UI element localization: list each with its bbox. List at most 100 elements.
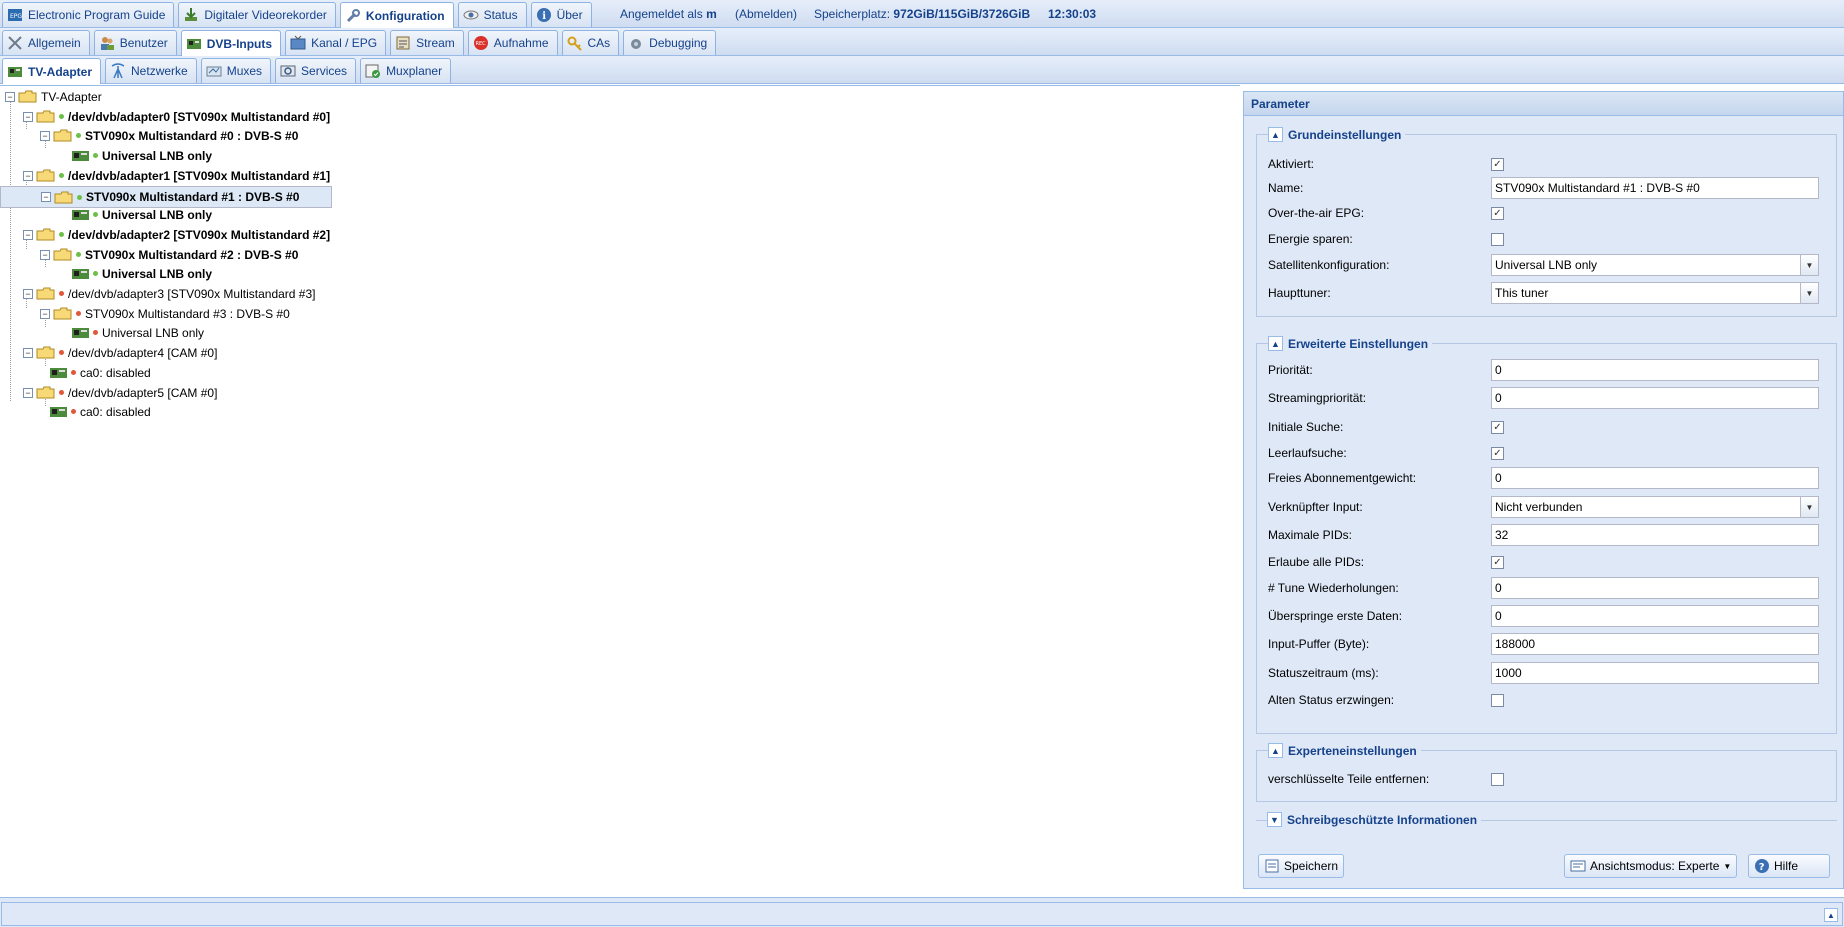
info-icon: i xyxy=(536,7,552,23)
collapse-icon[interactable]: ▲ xyxy=(1268,127,1283,142)
satkonf-select[interactable]: Universal LNB only ▼ xyxy=(1491,254,1819,276)
tab-dvb-inputs[interactable]: DVB-Inputs xyxy=(180,30,282,56)
checkbox-aktiviert[interactable]: ✓ xyxy=(1491,157,1504,171)
tree-toggle-icon[interactable]: − xyxy=(23,229,33,240)
svg-text:?: ? xyxy=(1759,862,1765,873)
tree-toggle-icon[interactable]: − xyxy=(5,91,15,102)
tree-toggle-icon[interactable]: − xyxy=(40,308,50,319)
tab-cas[interactable]: CAs xyxy=(561,30,620,55)
tab-allgemein[interactable]: Allgemein xyxy=(2,30,90,55)
tab-muxes[interactable]: Muxes xyxy=(200,58,272,83)
tree-node[interactable]: Universal LNB only xyxy=(72,146,212,165)
tunewdh-field[interactable] xyxy=(1491,577,1819,599)
tree-node[interactable]: − /dev/dvb/adapter0 [STV090x Multistandar… xyxy=(23,107,330,126)
tree-node[interactable]: − STV090x Multistandard #0 : DVB-S #0 xyxy=(40,126,298,145)
name-field[interactable] xyxy=(1491,177,1819,199)
streamprio-field[interactable] xyxy=(1491,387,1819,409)
row-energie: Energie sparen: xyxy=(1268,227,1828,251)
tab-muxplaner[interactable]: Muxplaner xyxy=(360,58,452,83)
legend-label: Erweiterte Einstellungen xyxy=(1288,336,1429,351)
status-bar: ▲ xyxy=(0,897,1844,927)
tree-node[interactable]: − /dev/dvb/adapter3 [STV090x Multistandar… xyxy=(23,284,315,303)
checkbox-allepids[interactable]: ✓ xyxy=(1491,555,1504,569)
tab-netzwerke[interactable]: Netzwerke xyxy=(105,58,197,83)
tree-toggle-icon[interactable]: − xyxy=(40,249,50,260)
tree-node[interactable]: − /dev/dvb/adapter2 [STV090x Multistandar… xyxy=(23,225,330,244)
checkbox-leerlauf[interactable]: ✓ xyxy=(1491,446,1504,460)
tab-dvr[interactable]: Digitaler Videorekorder xyxy=(178,2,336,27)
checkbox-initsuche[interactable]: ✓ xyxy=(1491,420,1504,434)
tab-epg[interactable]: EPG Electronic Program Guide xyxy=(2,2,175,27)
collapse-icon[interactable]: ▲ xyxy=(1268,743,1283,758)
legend-readonly[interactable]: ▼ Schreibgeschützte Informationen xyxy=(1267,812,1482,827)
checkbox-altstatus[interactable] xyxy=(1491,693,1504,707)
collapse-icon[interactable]: ▲ xyxy=(1268,336,1283,351)
tree-node-label: Universal LNB only xyxy=(102,325,205,340)
maxpids-field[interactable] xyxy=(1491,524,1819,546)
ueberspringe-field[interactable] xyxy=(1491,605,1819,627)
tree-node[interactable]: ca0: disabled xyxy=(50,363,151,382)
status-dot-icon xyxy=(93,212,98,217)
tv-card-icon xyxy=(72,327,89,339)
legend-erweitert[interactable]: ▲ Erweiterte Einstellungen xyxy=(1268,336,1433,351)
tree-toggle-icon[interactable]: − xyxy=(23,347,33,358)
tree-toggle-icon[interactable]: − xyxy=(23,170,33,181)
tree-node[interactable]: ca0: disabled xyxy=(50,402,151,421)
help-button[interactable]: ? Hilfe xyxy=(1748,854,1830,878)
row-puffer: Input-Puffer (Byte): xyxy=(1268,632,1828,656)
tree-node[interactable]: − STV090x Multistandard #3 : DVB-S #0 xyxy=(40,304,290,323)
puffer-field[interactable] xyxy=(1491,633,1819,655)
tab-stream[interactable]: Stream xyxy=(390,30,464,55)
select-value: Nicht verbunden xyxy=(1495,500,1583,514)
tree-node[interactable]: − TV-Adapter xyxy=(5,87,102,106)
verknuepft-select[interactable]: Nicht verbunden ▼ xyxy=(1491,496,1819,518)
row-statuszeit: Statuszeitraum (ms): xyxy=(1268,661,1828,685)
logout-link[interactable]: (Abmelden) xyxy=(735,0,797,28)
tree-toggle-icon[interactable]: − xyxy=(41,192,51,202)
tree-node[interactable]: Universal LNB only xyxy=(72,205,212,224)
collapse-up-icon[interactable]: ▲ xyxy=(1824,908,1838,922)
legend-grundeinstellungen[interactable]: ▲ Grundeinstellungen xyxy=(1268,127,1406,142)
view-mode-label: Ansichtsmodus: Experte xyxy=(1590,859,1720,873)
tab-services[interactable]: Services xyxy=(275,58,357,83)
folder-icon xyxy=(53,129,72,142)
services-icon xyxy=(280,63,296,79)
tree-node[interactable]: − /dev/dvb/adapter5 [CAM #0] xyxy=(23,383,217,402)
prio-field[interactable] xyxy=(1491,359,1819,381)
tab-aufnahme[interactable]: REC Aufnahme xyxy=(467,30,558,55)
tree-node[interactable]: − /dev/dvb/adapter4 [CAM #0] xyxy=(23,343,217,362)
tab-debugging[interactable]: Debugging xyxy=(623,30,717,55)
tab-status[interactable]: Status xyxy=(457,2,527,27)
tree-node[interactable]: Universal LNB only xyxy=(72,264,212,283)
abo-field[interactable] xyxy=(1491,467,1819,489)
tab-tv-adapter[interactable]: TV-Adapter xyxy=(2,58,102,84)
view-mode-button[interactable]: Ansichtsmodus: Experte ▼ xyxy=(1564,854,1738,878)
tree-node[interactable]: Universal LNB only xyxy=(72,323,204,342)
save-button[interactable]: Speichern xyxy=(1258,854,1345,878)
tree-toggle-icon[interactable]: − xyxy=(23,288,33,299)
checkbox-epg[interactable]: ✓ xyxy=(1491,206,1504,220)
tab-benutzer[interactable]: Benutzer xyxy=(93,30,177,55)
tree-node[interactable]: − STV090x Multistandard #2 : DVB-S #0 xyxy=(40,245,298,264)
statuszeit-field[interactable] xyxy=(1491,662,1819,684)
checkbox-energie[interactable] xyxy=(1491,232,1504,246)
tree-node-label: Universal LNB only xyxy=(102,266,213,281)
row-tunewdh: # Tune Wiederholungen: xyxy=(1268,576,1828,600)
tree-toggle-icon[interactable]: − xyxy=(40,130,50,141)
wrench-icon xyxy=(345,8,361,24)
tab-konfiguration[interactable]: Konfiguration xyxy=(339,2,454,28)
chevron-down-icon[interactable]: ▼ xyxy=(1800,497,1818,517)
chevron-down-icon[interactable]: ▼ xyxy=(1800,283,1818,303)
expand-icon[interactable]: ▼ xyxy=(1267,812,1282,827)
label-puffer: Input-Puffer (Byte): xyxy=(1268,637,1370,651)
checkbox-verschl[interactable] xyxy=(1491,772,1504,786)
chevron-down-icon[interactable]: ▼ xyxy=(1800,255,1818,275)
tab-kanal-epg[interactable]: Kanal / EPG xyxy=(285,30,387,55)
haupttuner-select[interactable]: This tuner ▼ xyxy=(1491,282,1819,304)
tree-toggle-icon[interactable]: − xyxy=(23,111,33,122)
tab-ueber[interactable]: i Über xyxy=(530,2,592,27)
tree-node[interactable]: − /dev/dvb/adapter1 [STV090x Multistandar… xyxy=(23,166,330,185)
tree-toggle-icon[interactable]: − xyxy=(23,387,33,398)
tab-label: Benutzer xyxy=(119,36,168,50)
legend-experten[interactable]: ▲ Experteneinstellungen xyxy=(1268,743,1421,758)
